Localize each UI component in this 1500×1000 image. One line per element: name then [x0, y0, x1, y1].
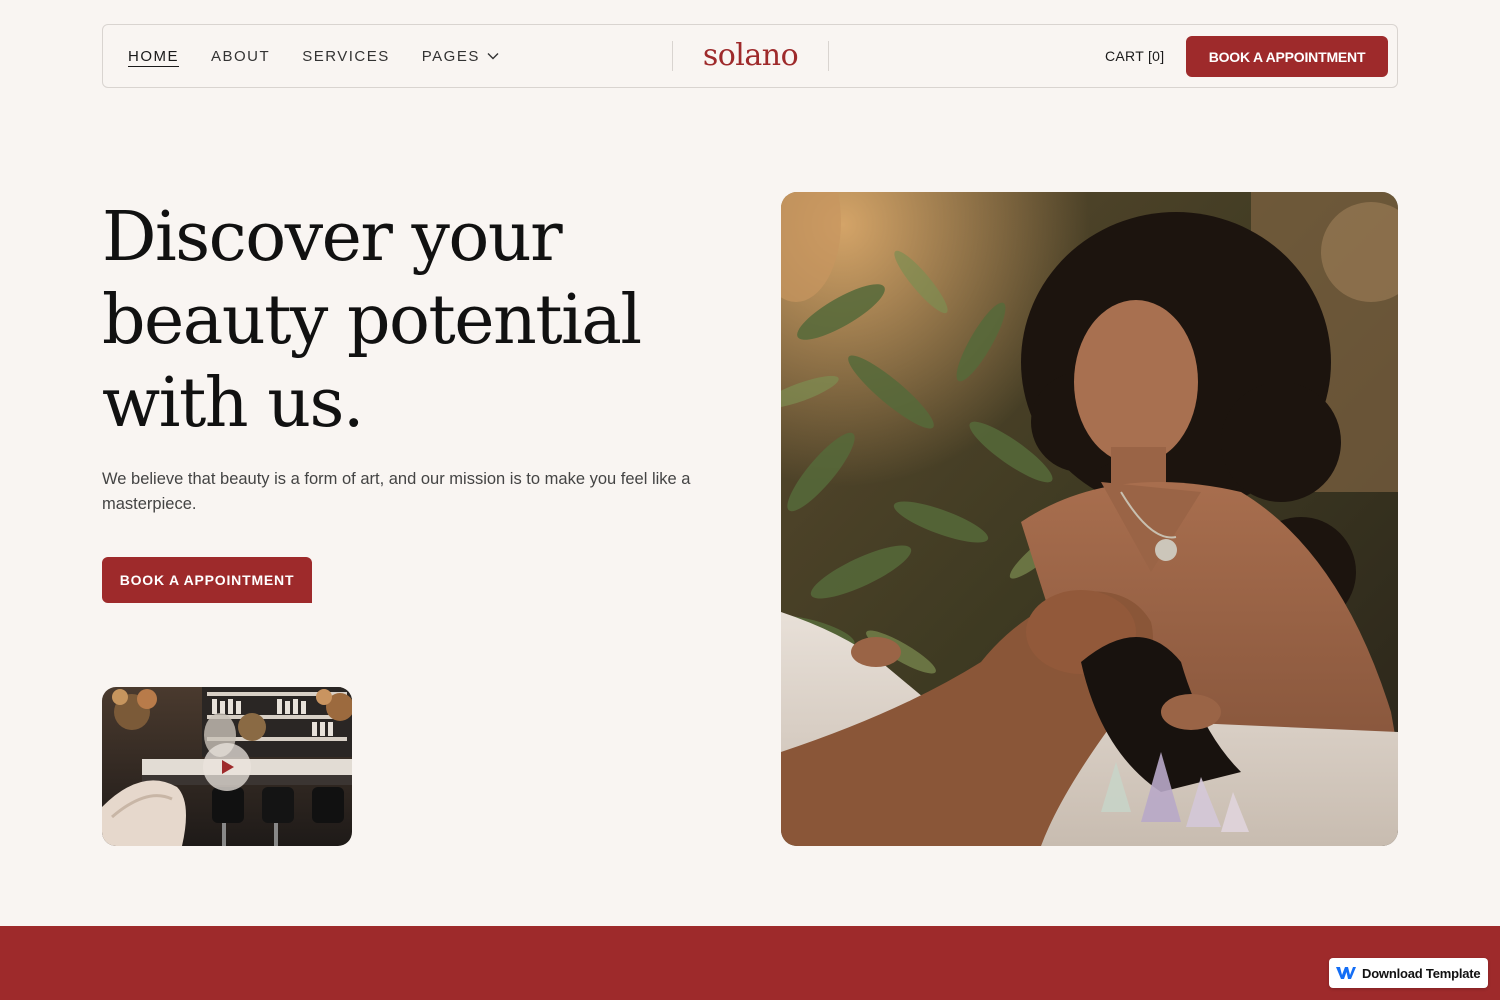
download-template-button[interactable]: Download Template: [1329, 958, 1488, 988]
webflow-logo-icon: [1336, 967, 1356, 979]
play-icon: [222, 760, 234, 774]
play-button[interactable]: [203, 743, 251, 791]
hero-spa-image: [781, 192, 1398, 846]
top-navigation: HOME ABOUT SERVICES PAGES solano CART [0…: [102, 24, 1398, 88]
massage-spa-photo: [781, 192, 1398, 846]
nav-link-home[interactable]: HOME: [128, 48, 179, 65]
brand-logo: solano: [702, 38, 799, 73]
logo-container[interactable]: solano: [672, 41, 829, 71]
accent-band: [0, 926, 1500, 1000]
headline-line-1: Discover your: [102, 198, 563, 277]
headline-line-2: beauty potential: [102, 281, 642, 360]
hero-subtext: We believe that beauty is a form of art,…: [102, 470, 691, 513]
salon-video-thumbnail[interactable]: [102, 687, 352, 846]
nav-link-pages-label: PAGES: [421, 47, 480, 65]
cart-link[interactable]: CART [0]: [1105, 25, 1164, 87]
nav-links: HOME ABOUT SERVICES PAGES: [128, 25, 500, 87]
nav-book-appointment-button[interactable]: BOOK A APPOINTMENT: [1186, 36, 1388, 77]
chevron-down-icon: [487, 53, 499, 60]
download-template-label: Download Template: [1362, 965, 1481, 981]
nav-link-services[interactable]: SERVICES: [302, 48, 390, 65]
headline-line-3: with us.: [102, 364, 365, 443]
nav-link-about[interactable]: ABOUT: [211, 48, 270, 65]
hero-book-appointment-button[interactable]: BOOK A APPOINTMENT: [102, 557, 312, 603]
nav-link-pages-dropdown[interactable]: PAGES: [422, 48, 500, 65]
hero-headline: Discover your beauty potential with us.: [102, 196, 662, 445]
